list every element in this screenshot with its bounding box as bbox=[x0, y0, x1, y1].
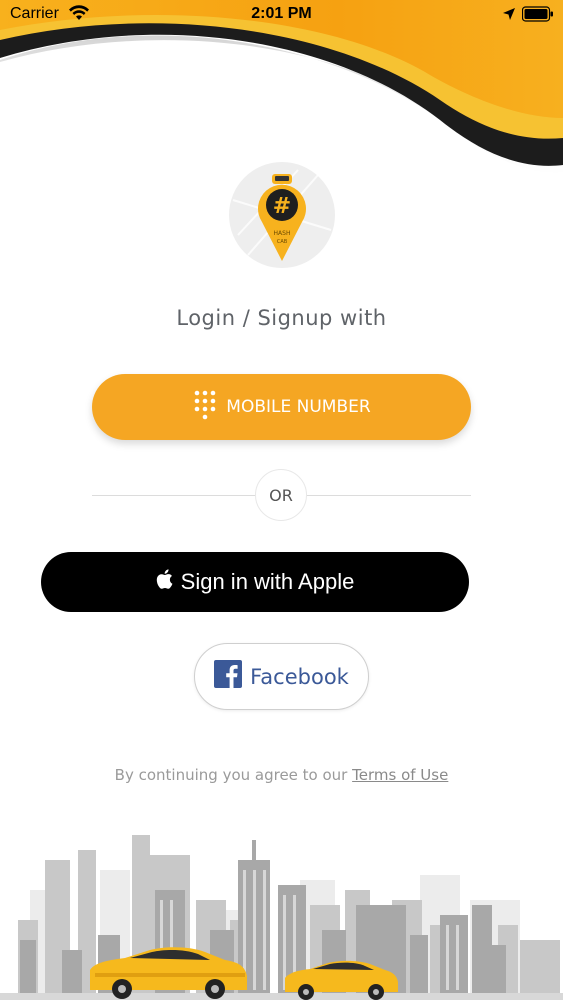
terms-notice: By continuing you agree to our Terms of … bbox=[0, 766, 563, 784]
login-signup-title: Login / Signup with bbox=[176, 306, 387, 330]
city-skyline-illustration bbox=[0, 835, 563, 1000]
facebook-icon bbox=[214, 660, 243, 693]
dialpad-icon bbox=[192, 389, 218, 426]
location-arrow-icon bbox=[502, 7, 516, 26]
divider-right bbox=[307, 495, 471, 496]
or-label: OR bbox=[269, 485, 293, 505]
divider-left bbox=[92, 495, 255, 496]
apple-icon bbox=[156, 569, 173, 595]
terms-of-use-link[interactable]: Terms of Use bbox=[352, 766, 448, 784]
terms-prefix: By continuing you agree to our bbox=[114, 766, 353, 784]
logo-text-hash: HASH bbox=[274, 230, 291, 237]
or-separator: OR bbox=[255, 469, 307, 521]
mobile-number-label: MOBILE NUMBER bbox=[226, 397, 371, 417]
battery-icon bbox=[521, 6, 554, 27]
apple-button-label: Sign in with Apple bbox=[180, 569, 355, 594]
mobile-number-button[interactable]: MOBILE NUMBER bbox=[92, 374, 471, 440]
status-bar: Carrier 2:01 PM bbox=[0, 0, 563, 30]
header-wave bbox=[0, 0, 563, 200]
status-time: 2:01 PM bbox=[251, 5, 312, 22]
facebook-button-label: Facebook bbox=[250, 664, 349, 689]
logo-text-cab: CAB bbox=[277, 239, 288, 245]
sign-in-with-apple-button[interactable]: Sign in with Apple bbox=[41, 552, 469, 612]
facebook-login-button[interactable]: Facebook bbox=[194, 643, 369, 710]
